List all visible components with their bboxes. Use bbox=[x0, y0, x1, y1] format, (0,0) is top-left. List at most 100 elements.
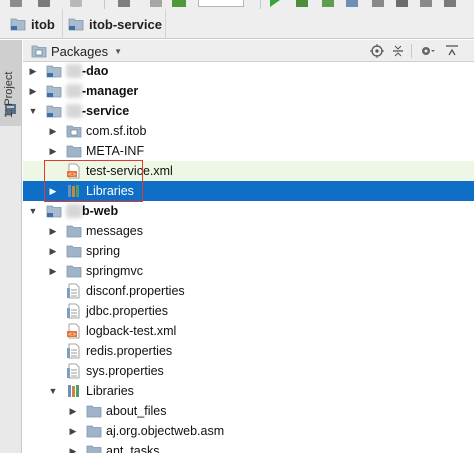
module-folder-icon bbox=[10, 18, 26, 31]
tree-node[interactable]: ▼ -service bbox=[23, 101, 474, 121]
chevron-right-icon[interactable]: ▶ bbox=[68, 445, 78, 453]
chevron-right-icon[interactable]: ▶ bbox=[48, 125, 58, 137]
vcs-icon[interactable] bbox=[372, 0, 384, 7]
tree-node[interactable]: ▶ ant_tasks bbox=[23, 441, 474, 453]
module-folder-icon bbox=[68, 18, 84, 31]
chevron-right-icon[interactable]: ▶ bbox=[68, 425, 78, 437]
project-tab-label: 1: Project bbox=[3, 71, 15, 118]
module-folder-icon bbox=[46, 105, 62, 118]
tree-node[interactable]: sys.properties bbox=[23, 361, 474, 381]
redacted-text bbox=[66, 204, 82, 218]
tree-node[interactable]: <> test-service.xml bbox=[23, 161, 474, 181]
tree-node[interactable]: ▶ com.sf.itob bbox=[23, 121, 474, 141]
structure-icon[interactable] bbox=[420, 0, 432, 7]
libraries-icon bbox=[68, 385, 79, 397]
svg-text:<>: <> bbox=[68, 332, 76, 338]
folder-icon bbox=[86, 425, 102, 438]
xml-file-icon: <> bbox=[67, 323, 80, 339]
properties-file-icon bbox=[67, 283, 80, 299]
locate-icon[interactable] bbox=[368, 42, 386, 60]
chevron-right-icon[interactable]: ▶ bbox=[28, 85, 38, 97]
tree-node[interactable]: ▼ b-web bbox=[23, 201, 474, 221]
tree-node-label: redis.properties bbox=[86, 344, 173, 358]
tree-node[interactable]: ▶ spring bbox=[23, 241, 474, 261]
sdk-icon[interactable] bbox=[444, 0, 456, 7]
tree-node[interactable]: ▼ Libraries bbox=[23, 381, 474, 401]
chevron-right-icon[interactable]: ▶ bbox=[48, 245, 58, 257]
chevron-right-icon[interactable]: ▶ bbox=[48, 265, 58, 277]
chevron-right-icon[interactable]: ▶ bbox=[48, 145, 58, 157]
open-folder-icon[interactable] bbox=[10, 0, 22, 7]
tree-node-label: com.sf.itob bbox=[86, 124, 147, 138]
module-folder-icon bbox=[46, 85, 62, 98]
collapse-all-icon[interactable] bbox=[389, 42, 407, 60]
tree-node-label: Libraries bbox=[86, 184, 134, 198]
package-icon bbox=[66, 125, 82, 138]
tree-node[interactable]: ▶ META-INF bbox=[23, 141, 474, 161]
tree-node-label: ant_tasks bbox=[106, 444, 160, 453]
tree-node-label: disconf.properties bbox=[86, 284, 185, 298]
view-mode-label: Packages bbox=[51, 43, 109, 59]
chevron-right-icon[interactable]: ▶ bbox=[48, 225, 58, 237]
properties-file-icon bbox=[67, 303, 80, 319]
tree-node[interactable]: ▶ springmvc bbox=[23, 261, 474, 281]
run-config-select[interactable] bbox=[198, 0, 244, 7]
chevron-right-icon[interactable]: ▶ bbox=[68, 405, 78, 417]
tree-node[interactable]: ▶ -dao bbox=[23, 62, 474, 81]
libraries-icon bbox=[68, 185, 79, 197]
forward-arrow-icon[interactable] bbox=[150, 0, 162, 7]
module-folder-icon bbox=[46, 65, 62, 78]
profile-icon[interactable] bbox=[346, 0, 358, 7]
chevron-down-icon[interactable]: ▼ bbox=[28, 105, 38, 117]
tree-node-label: jdbc.properties bbox=[86, 304, 168, 318]
svg-text:<>: <> bbox=[68, 172, 76, 178]
tree-node[interactable]: ▶ Libraries bbox=[23, 181, 474, 201]
breadcrumb: itob itob-service bbox=[0, 9, 474, 39]
xml-file-icon: <> bbox=[67, 163, 80, 179]
chevron-right-icon[interactable]: ▶ bbox=[48, 185, 58, 197]
ide-window: itob itob-service 1: Project Packages ▼ … bbox=[0, 0, 474, 453]
view-mode-select[interactable]: Packages ▼ bbox=[31, 40, 122, 62]
tree-node-label: aj.org.objectweb.asm bbox=[106, 424, 225, 438]
chevron-right-icon[interactable]: ▶ bbox=[28, 65, 38, 77]
breadcrumb-item-itob-service[interactable]: itob-service bbox=[68, 9, 162, 39]
build-icon[interactable] bbox=[172, 0, 186, 7]
project-tree: ▶ -dao ▶ -manager ▼ -service ▶ com.sf.itob ▶ META… bbox=[23, 62, 474, 453]
chevron-down-icon[interactable]: ▼ bbox=[48, 385, 58, 397]
tree-node[interactable]: ▶ aj.org.objectweb.asm bbox=[23, 421, 474, 441]
settings-icon[interactable] bbox=[396, 0, 408, 7]
tree-node[interactable]: ▶ messages bbox=[23, 221, 474, 241]
breadcrumb-label: itob-service bbox=[89, 16, 162, 32]
module-folder-icon bbox=[46, 205, 62, 218]
tree-node[interactable]: ▶ about_files bbox=[23, 401, 474, 421]
tree-node-label: test-service.xml bbox=[86, 164, 173, 178]
properties-file-icon bbox=[67, 343, 80, 359]
tree-node[interactable]: <> logback-test.xml bbox=[23, 321, 474, 341]
tree-node[interactable]: disconf.properties bbox=[23, 281, 474, 301]
breadcrumb-label: itob bbox=[31, 16, 55, 32]
tree-node-label: sys.properties bbox=[86, 364, 164, 378]
breadcrumb-item-itob[interactable]: itob bbox=[10, 9, 55, 39]
run-icon[interactable] bbox=[270, 0, 280, 7]
properties-file-icon bbox=[67, 363, 80, 379]
tree-node-label: springmvc bbox=[86, 264, 143, 278]
hide-panel-icon[interactable] bbox=[443, 42, 461, 60]
project-tool-tab[interactable]: 1: Project bbox=[0, 40, 21, 126]
sync-icon[interactable] bbox=[70, 0, 82, 7]
folder-icon bbox=[66, 265, 82, 278]
coverage-icon[interactable] bbox=[322, 0, 334, 7]
tree-node-label: b-web bbox=[82, 204, 119, 218]
folder-icon bbox=[66, 245, 82, 258]
tree-node[interactable]: redis.properties bbox=[23, 341, 474, 361]
tree-node-label: spring bbox=[86, 244, 121, 258]
save-icon[interactable] bbox=[38, 0, 50, 7]
project-panel-header: Packages ▼ bbox=[23, 40, 474, 62]
debug-icon[interactable] bbox=[296, 0, 308, 7]
redacted-text bbox=[66, 84, 82, 98]
chevron-down-icon[interactable]: ▼ bbox=[28, 205, 38, 217]
tree-node[interactable]: ▶ -manager bbox=[23, 81, 474, 101]
gear-icon[interactable] bbox=[419, 42, 437, 60]
tree-node-label: META-INF bbox=[86, 144, 145, 158]
tree-node[interactable]: jdbc.properties bbox=[23, 301, 474, 321]
back-arrow-icon[interactable] bbox=[118, 0, 130, 7]
